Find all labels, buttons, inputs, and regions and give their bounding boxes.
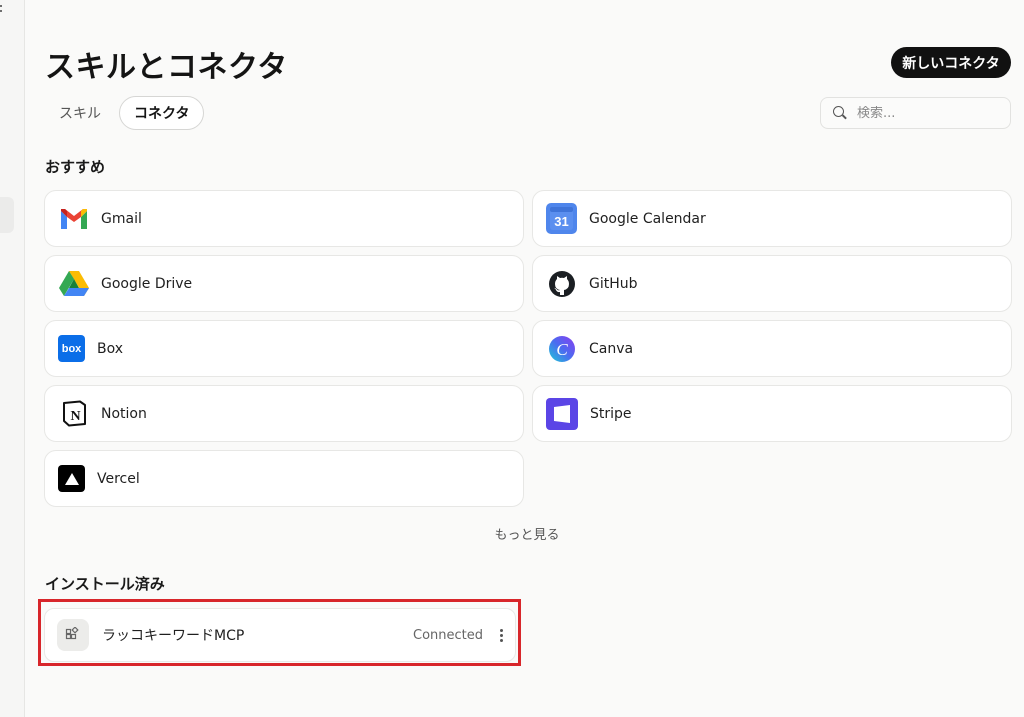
tab-bar: スキル コネクタ <box>45 96 205 130</box>
connector-label: GitHub <box>589 275 638 292</box>
search-box[interactable] <box>820 97 1011 129</box>
connector-card-stripe[interactable]: Stripe <box>532 385 1012 442</box>
rail-tab[interactable] <box>0 197 14 233</box>
search-input[interactable] <box>857 105 1007 121</box>
google-drive-icon <box>58 268 89 299</box>
vercel-icon <box>58 465 85 492</box>
connector-card-gmail[interactable]: Gmail <box>44 190 524 247</box>
connector-label: Google Drive <box>101 275 193 292</box>
recommended-heading: おすすめ <box>45 158 106 176</box>
connector-card-notion[interactable]: N Notion <box>44 385 524 442</box>
connector-label: Canva <box>589 340 634 357</box>
show-more-link[interactable]: もっと見る <box>494 528 559 543</box>
connector-label: Google Calendar <box>589 210 706 227</box>
connector-label: Vercel <box>97 470 140 487</box>
installed-heading: インストール済み <box>45 575 165 593</box>
connector-card-github[interactable]: GitHub <box>532 255 1012 312</box>
connector-label: Notion <box>101 405 147 422</box>
connector-label: Stripe <box>590 405 632 422</box>
tab-skills[interactable]: スキル <box>45 96 115 130</box>
box-icon: box <box>58 335 85 362</box>
connector-card-box[interactable]: box Box <box>44 320 524 377</box>
connector-label: Box <box>97 340 124 357</box>
connector-card-google-calendar[interactable]: 31 Google Calendar <box>532 190 1012 247</box>
notion-icon: N <box>58 398 89 429</box>
rail-menu-icon[interactable] <box>0 2 4 14</box>
box-logo-text: box <box>61 342 82 355</box>
tab-connectors[interactable]: コネクタ <box>119 96 205 130</box>
notion-logo-text: N <box>70 409 80 424</box>
github-icon <box>546 268 577 299</box>
gmail-icon <box>58 203 89 234</box>
search-icon <box>833 106 847 120</box>
canva-logo-text: C <box>556 340 568 359</box>
canva-icon: C <box>546 333 577 364</box>
stripe-icon <box>546 397 578 430</box>
show-more-row: もっと見る <box>0 524 1024 543</box>
connector-card-canva[interactable]: C Canva <box>532 320 1012 377</box>
connector-card-vercel[interactable]: Vercel <box>44 450 524 507</box>
google-calendar-icon: 31 <box>546 203 577 234</box>
connector-card-google-drive[interactable]: Google Drive <box>44 255 524 312</box>
highlight-box <box>38 599 521 666</box>
page-title: スキルとコネクタ <box>45 50 288 85</box>
left-rail <box>0 0 25 717</box>
new-connector-button[interactable]: 新しいコネクタ <box>891 47 1011 78</box>
connector-label: Gmail <box>101 210 142 227</box>
calendar-day-text: 31 <box>554 214 568 229</box>
